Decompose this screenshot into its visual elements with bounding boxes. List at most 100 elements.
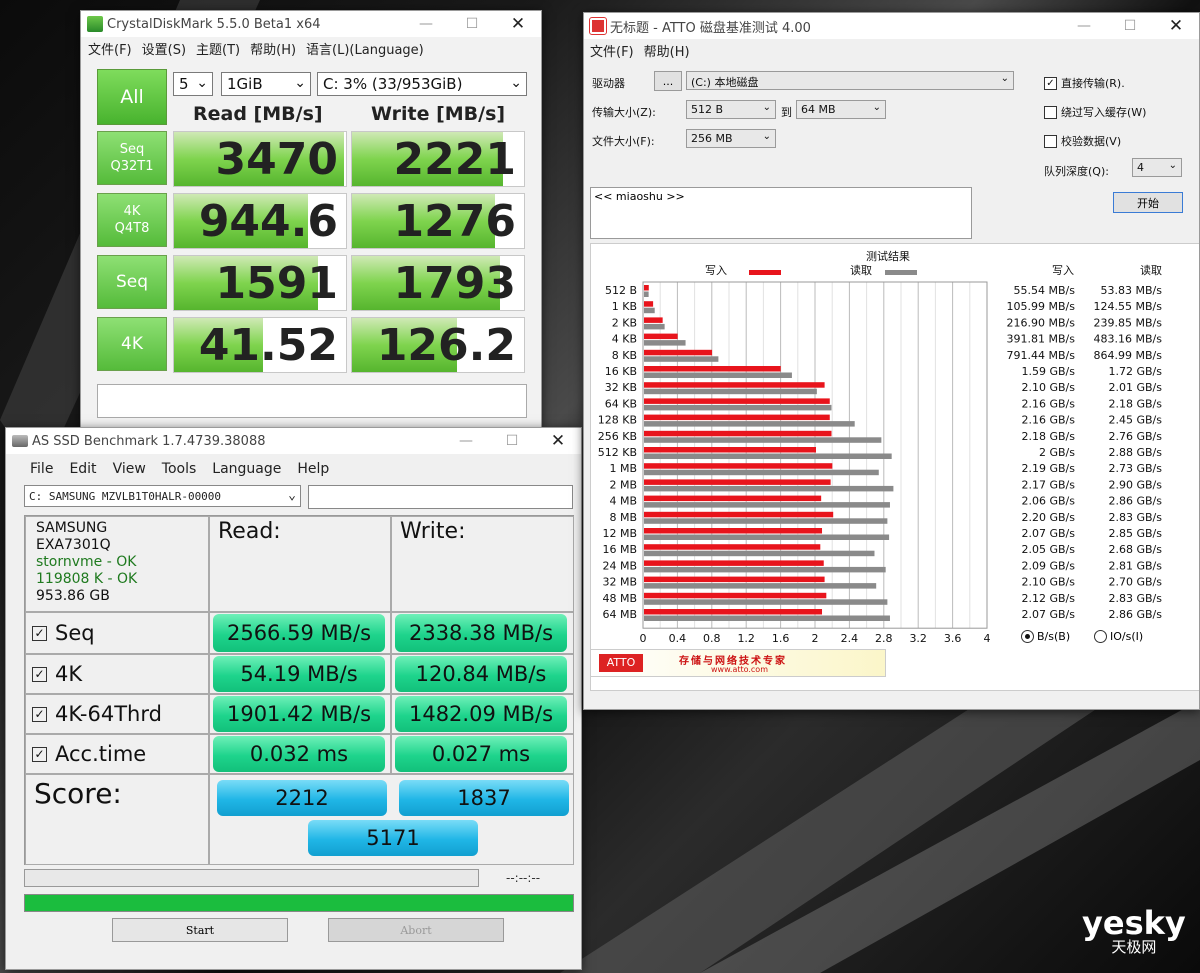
menu-language[interactable]: Language (204, 461, 289, 477)
write-bar (644, 301, 654, 307)
write-value-label: 2.19 GB/s (1022, 462, 1076, 475)
verify-label: 校验数据(V) (1061, 135, 1122, 148)
write-value-label: 55.54 MB/s (1014, 284, 1076, 297)
checkmark-icon: ✓ (32, 746, 47, 762)
read-bar (644, 372, 792, 378)
queue-depth-select[interactable]: 4 ⌄ (1132, 158, 1182, 177)
minimize-button[interactable]: — (443, 433, 489, 449)
read-result: 3470 (173, 131, 347, 187)
menu-help[interactable]: 帮助(H) (639, 41, 695, 60)
checkmark-icon: ✓ (32, 706, 47, 722)
read-value-label: 124.55 MB/s (1094, 300, 1163, 313)
test-label: Seq (115, 271, 149, 292)
alignment-status: 119808 K - OK (36, 571, 138, 587)
category-label: 2 MB (609, 478, 637, 491)
test-checkbox[interactable]: ✓ 4K-64Thrd (25, 694, 209, 734)
test-checkbox[interactable]: ✓ Seq (25, 612, 209, 654)
comment-box[interactable] (97, 384, 527, 418)
menu-language[interactable]: 语言(L)(Language) (301, 39, 429, 58)
browse-button[interactable]: ... (654, 71, 682, 91)
close-button[interactable]: ✕ (1153, 16, 1199, 36)
test-button[interactable]: Seq (97, 255, 167, 309)
atto-title: 无标题 - ATTO 磁盘基准测试 4.00 (610, 20, 811, 36)
minimize-button[interactable]: — (403, 16, 449, 32)
menu-help[interactable]: Help (289, 461, 337, 477)
as-titlebar: AS SSD Benchmark 1.7.4739.38088 — ☐ ✕ (6, 428, 581, 454)
direct-io-checkbox[interactable]: ✓ 直接传输(R). (1044, 75, 1125, 91)
drive-select[interactable]: C: SAMSUNG MZVLB1T0HALR-00000 ⌄ (24, 485, 301, 507)
read-result: 944.6 (173, 193, 347, 249)
start-button[interactable]: Start (112, 918, 288, 942)
write-value: 1276 (393, 196, 516, 247)
verify-checkbox[interactable]: 校验数据(V) (1044, 133, 1121, 149)
menu-file[interactable]: File (22, 461, 61, 477)
menu-file[interactable]: 文件(F) (83, 39, 137, 58)
bypass-cache-checkbox[interactable]: 绕过写入缓存(W) (1044, 104, 1146, 120)
direct-io-label: 直接传输(R). (1061, 77, 1125, 90)
menu-theme[interactable]: 主题(T) (191, 39, 245, 58)
write-value-label: 2.16 GB/s (1022, 397, 1076, 410)
maximize-button[interactable]: ☐ (489, 433, 535, 449)
read-bar (644, 485, 894, 492)
menu-help[interactable]: 帮助(H) (245, 39, 301, 58)
watermark: yesky 天极网 (1082, 907, 1186, 956)
drive-select[interactable]: (C:) 本地磁盘 ⌄ (686, 71, 1014, 90)
chevron-down-icon: ⌄ (1000, 73, 1009, 84)
menu-settings[interactable]: 设置(S) (137, 39, 191, 58)
category-label: 64 MB (602, 608, 637, 621)
bytes-radio[interactable]: B/s(B) (1021, 630, 1070, 643)
test-button[interactable]: Seq Q32T1 (97, 131, 167, 185)
write-bar (644, 479, 831, 485)
atto-menubar: 文件(F) 帮助(H) (584, 39, 1199, 61)
write-value-label: 791.44 MB/s (1007, 349, 1076, 362)
test-checkbox[interactable]: ✓ 4K (25, 654, 209, 694)
bypass-cache-label: 绕过写入缓存(W) (1061, 106, 1147, 119)
close-button[interactable]: ✕ (535, 431, 581, 451)
transfer-size-label: 传输大小(Z): (592, 106, 656, 119)
file-size-label: 文件大小(F): (592, 135, 655, 148)
file-size-select[interactable]: 256 MB ⌄ (686, 129, 776, 148)
write-bar (644, 414, 830, 421)
read-value-label: 2.45 GB/s (1109, 414, 1163, 427)
transfer-from-select[interactable]: 512 B ⌄ (686, 100, 776, 119)
size-select[interactable]: 1GiB ⌄ (221, 72, 311, 96)
test-button[interactable]: 4K (97, 317, 167, 371)
read-bar (644, 502, 890, 508)
drive-select[interactable]: C: 3% (33/953GiB) ⌄ (317, 72, 527, 96)
menu-edit[interactable]: Edit (61, 461, 104, 477)
write-value-label: 1.59 GB/s (1022, 365, 1076, 378)
checkmark-icon: ✓ (32, 625, 47, 641)
abort-button[interactable]: Abort (328, 918, 504, 942)
close-button[interactable]: ✕ (495, 14, 541, 34)
test-select[interactable] (308, 485, 573, 509)
maximize-button[interactable]: ☐ (449, 16, 495, 32)
write-bar (644, 382, 825, 388)
drive-firmware: EXA7301Q (36, 537, 111, 553)
transfer-to-select[interactable]: 64 MB ⌄ (796, 100, 886, 119)
io-radio[interactable]: IO/s(I) (1094, 630, 1143, 643)
count-select[interactable]: 5 ⌄ (173, 72, 213, 96)
description-box[interactable]: << miaoshu >> (590, 187, 972, 239)
write-value: 126.2 (376, 320, 516, 371)
all-button[interactable]: All (97, 69, 167, 125)
menu-file[interactable]: 文件(F) (585, 41, 639, 60)
as-ssd-window: AS SSD Benchmark 1.7.4739.38088 — ☐ ✕ Fi… (5, 427, 582, 970)
test-checkbox[interactable]: ✓ Acc.time (25, 734, 209, 774)
menu-view[interactable]: View (105, 461, 154, 477)
read-bar (644, 421, 855, 427)
write-bar (644, 511, 834, 518)
write-result: 2221 (351, 131, 525, 187)
start-button[interactable]: 开始 (1113, 192, 1183, 213)
minimize-button[interactable]: — (1061, 18, 1107, 34)
atto-app-icon (589, 17, 607, 35)
x-tick-label: 2.4 (841, 632, 859, 644)
test-button[interactable]: 4K Q4T8 (97, 193, 167, 247)
test-label: Seq (55, 621, 95, 645)
maximize-button[interactable]: ☐ (1107, 18, 1153, 34)
queue-depth-label: 队列深度(Q): (1044, 165, 1109, 178)
write-value-label: 2.10 GB/s (1022, 381, 1076, 394)
drive-value: C: 3% (33/953GiB) (323, 75, 463, 93)
category-label: 32 MB (602, 576, 637, 589)
write-value-label: 2.10 GB/s (1022, 576, 1076, 589)
menu-tools[interactable]: Tools (154, 461, 205, 477)
